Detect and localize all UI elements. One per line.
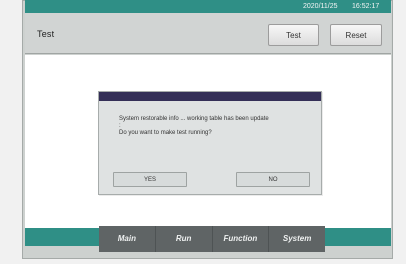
bottom-left-accent (25, 228, 99, 246)
dialog-message-separator: : (119, 123, 121, 129)
dialog-message-line-1: System restorable info ... working table… (119, 116, 269, 122)
dialog-message-line-2: Do you want to make test running? (119, 130, 212, 136)
status-bar: 2020/11/25 16:52:17 (25, 0, 391, 13)
no-button[interactable]: NO (236, 172, 310, 187)
tab-function[interactable]: Function (213, 226, 270, 252)
status-date: 2020/11/25 (303, 3, 338, 10)
tab-run[interactable]: Run (156, 226, 213, 252)
tab-main[interactable]: Main (99, 226, 156, 252)
status-time: 16:52:17 (352, 3, 380, 10)
dialog-titlebar (99, 92, 321, 101)
yes-button[interactable]: YES (113, 172, 187, 187)
tab-system[interactable]: System (269, 226, 325, 252)
reset-button[interactable]: Reset (330, 24, 382, 46)
page-title: Test (37, 29, 55, 39)
bottom-nav: Main Run Function System (99, 226, 325, 252)
bottom-right-accent (325, 228, 391, 246)
dialog-message: System restorable info ... working table… (119, 116, 315, 137)
test-button[interactable]: Test (268, 24, 319, 46)
confirmation-dialog: System restorable info ... working table… (98, 91, 322, 195)
